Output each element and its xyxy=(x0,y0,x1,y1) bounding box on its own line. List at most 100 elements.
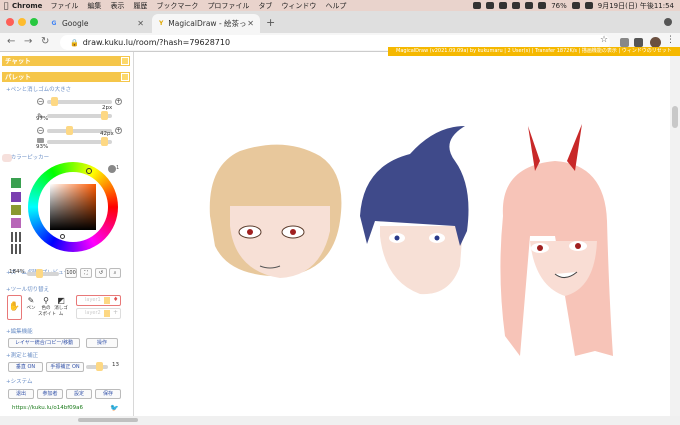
scroll-thumb[interactable] xyxy=(672,106,678,128)
clock[interactable]: 9月19日(日) 午後11:54 xyxy=(598,1,674,11)
status-app-icon[interactable] xyxy=(473,2,482,9)
color-swatch-olive[interactable] xyxy=(11,205,21,215)
zoom-slider[interactable] xyxy=(27,272,59,276)
pen-size-plus[interactable]: + xyxy=(115,98,122,105)
hue-wheel[interactable] xyxy=(28,162,118,252)
close-tab-icon[interactable]: ✕ xyxy=(247,19,254,28)
menu-profiles[interactable]: プロファイル xyxy=(207,1,249,11)
eyedropper-tool-button[interactable]: ⚲ 色の スポイト xyxy=(38,296,56,317)
bookmark-star-icon[interactable]: ☆ xyxy=(600,35,609,45)
pen-size-minus[interactable]: − xyxy=(37,98,44,105)
status-app-icon[interactable] xyxy=(499,2,508,9)
layer2-visible-icon[interactable]: + xyxy=(113,309,118,316)
bluetooth-icon[interactable] xyxy=(525,2,534,9)
vertical-scrollbar[interactable] xyxy=(670,56,680,416)
settings-button[interactable]: 設定 xyxy=(66,389,92,399)
reload-icon[interactable]: ↻ xyxy=(41,36,49,47)
system-section[interactable]: +システム xyxy=(6,377,32,385)
color-swatch-green[interactable] xyxy=(11,178,21,188)
zoom-fit-icon[interactable]: ⛶ xyxy=(80,268,92,278)
tool-section[interactable]: +ツール切り替え xyxy=(6,285,49,293)
tab-magicaldraw[interactable]: Y MagicalDraw - 絵茶ったんぞ ✕ xyxy=(152,14,260,33)
menu-bookmarks[interactable]: ブックマーク xyxy=(156,1,198,11)
status-app-icon[interactable] xyxy=(486,2,495,9)
scroll-thumb[interactable] xyxy=(78,418,138,422)
stabilizer-on-button[interactable]: 手振補正 ON xyxy=(46,362,84,372)
battery-percent[interactable]: 76% xyxy=(551,2,567,10)
menu-history[interactable]: 履歴 xyxy=(133,1,147,11)
chat-header[interactable]: チャット xyxy=(2,56,130,66)
correction-section[interactable]: +測定と補正 xyxy=(6,351,38,359)
save-button[interactable]: 保存 xyxy=(95,389,121,399)
color-picker-section[interactable]: +カラーピッカー xyxy=(6,153,49,161)
menu-view[interactable]: 表示 xyxy=(110,1,124,11)
puzzle-icon[interactable] xyxy=(634,38,643,47)
twitter-icon[interactable]: 🐦 xyxy=(110,404,119,412)
stabilizer-knob[interactable] xyxy=(96,362,103,371)
pen-opacity-knob[interactable] xyxy=(101,111,108,120)
layer2-knob[interactable] xyxy=(104,310,110,317)
collapse-box-icon[interactable] xyxy=(121,73,129,81)
current-color-icon[interactable] xyxy=(2,154,12,162)
eraser-opacity-knob[interactable] xyxy=(101,137,108,146)
pen-size-knob[interactable] xyxy=(51,97,58,106)
magnifier-icon[interactable]: ⌕ xyxy=(109,268,121,278)
pen-size-section[interactable]: +ペンと消しゴムの大きさ xyxy=(6,85,71,93)
close-tab-icon[interactable]: ✕ xyxy=(137,19,144,28)
lock-icon[interactable]: 🔒 xyxy=(70,39,79,47)
tab-search-icon[interactable] xyxy=(664,18,672,26)
back-icon[interactable]: ← xyxy=(7,36,15,47)
palette-header[interactable]: パレット xyxy=(2,72,130,82)
operation-button[interactable]: 操作 xyxy=(86,338,118,348)
eraser-size-knob[interactable] xyxy=(66,126,73,135)
status-app-icon[interactable] xyxy=(512,2,521,9)
layer-merge-button[interactable]: レイヤー統合/コピー/移動 xyxy=(8,338,80,348)
collapse-box-icon[interactable] xyxy=(121,57,129,65)
eraser-tool-button[interactable]: ◩ 消しゴム xyxy=(53,296,69,317)
zoom-100-button[interactable]: 100 xyxy=(65,268,77,278)
wifi-icon[interactable] xyxy=(538,2,547,9)
menu-window[interactable]: ウィンドウ xyxy=(281,1,316,11)
color-swatch-pink[interactable] xyxy=(11,218,21,228)
search-icon[interactable] xyxy=(584,2,593,9)
vertical-on-button[interactable]: 垂直 ON xyxy=(8,362,43,372)
color-cursor[interactable] xyxy=(60,234,65,239)
palette-grid-icon[interactable] xyxy=(11,232,21,242)
tab-google[interactable]: G Google ✕ xyxy=(44,14,150,33)
menu-file[interactable]: ファイル xyxy=(50,1,78,11)
zoom-knob[interactable] xyxy=(36,269,43,278)
menubar-app-name[interactable]: Chrome xyxy=(12,2,42,10)
drawing-canvas[interactable] xyxy=(135,56,669,416)
share-url-link[interactable]: https://kuku.lu/o14bf09a6 xyxy=(12,405,83,411)
pen-tool-button[interactable]: ✎ ペン xyxy=(23,296,39,311)
layer1-visible-icon[interactable]: ♦ xyxy=(113,296,118,303)
rotate-icon[interactable]: ↺ xyxy=(95,268,107,278)
app-info-text[interactable]: MagicalDraw (v2021.09.09a) by kukumaru |… xyxy=(388,47,680,56)
layer1-knob[interactable] xyxy=(104,297,110,304)
eraser-size-minus[interactable]: − xyxy=(37,127,44,134)
battery-icon[interactable] xyxy=(571,2,580,9)
new-tab-icon[interactable]: + xyxy=(266,16,275,29)
menu-help[interactable]: ヘルプ xyxy=(325,1,346,11)
forward-icon[interactable]: → xyxy=(24,36,32,47)
hue-cursor[interactable] xyxy=(86,168,92,174)
minimize-window-icon[interactable] xyxy=(18,18,26,26)
horizontal-scrollbar[interactable] xyxy=(0,416,680,425)
eraser-size-plus[interactable]: + xyxy=(115,127,122,134)
menu-tab[interactable]: タブ xyxy=(258,1,272,11)
saturation-square[interactable] xyxy=(50,184,96,230)
color-swatch-purple[interactable] xyxy=(11,192,21,202)
eraser-tool-icon: ◩ xyxy=(57,296,65,305)
maximize-window-icon[interactable] xyxy=(30,18,38,26)
participants-button[interactable]: 参加者 xyxy=(37,389,63,399)
close-window-icon[interactable] xyxy=(6,18,14,26)
palette-grid-icon[interactable] xyxy=(11,244,21,254)
exit-button[interactable]: 退出 xyxy=(8,389,34,399)
color-settings-icon[interactable] xyxy=(108,165,116,173)
menu-edit[interactable]: 編集 xyxy=(87,1,101,11)
apple-icon[interactable]:  xyxy=(0,1,12,10)
hand-tool-icon[interactable]: ✋ xyxy=(7,295,22,320)
edit-section[interactable]: +編集機能 xyxy=(6,327,33,335)
kebab-menu-icon[interactable]: ⋮ xyxy=(666,35,675,45)
extension-icon[interactable] xyxy=(620,38,629,47)
